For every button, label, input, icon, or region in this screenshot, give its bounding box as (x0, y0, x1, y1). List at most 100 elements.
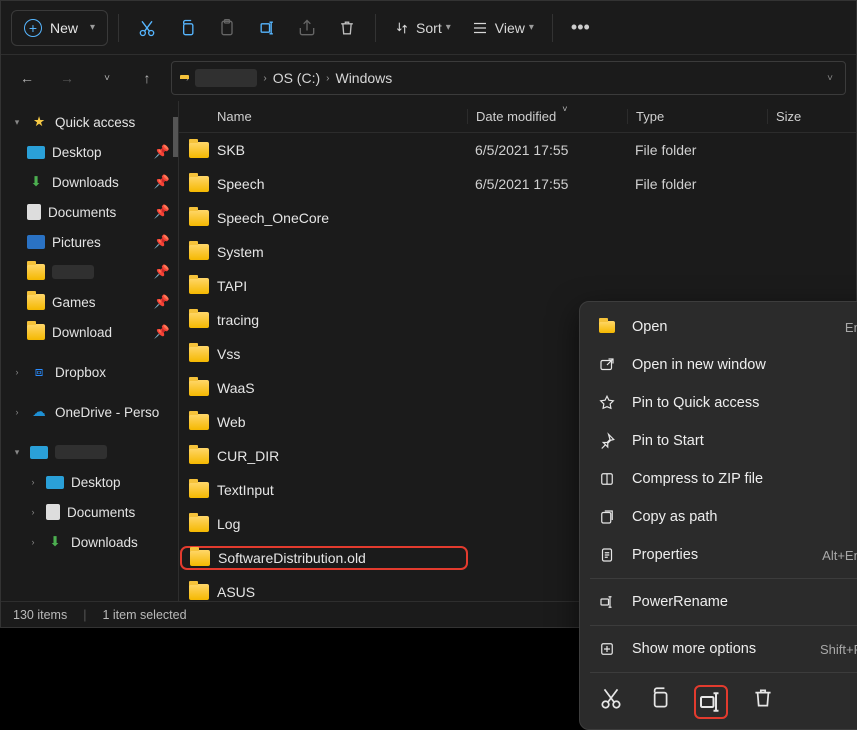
sidebar-this-pc[interactable]: ▾ (1, 437, 178, 467)
sidebar-desktop-2[interactable]: › Desktop (1, 467, 178, 497)
pin-icon: 📌 (154, 144, 170, 160)
context-cut[interactable] (598, 685, 624, 711)
sidebar-label: Pictures (52, 235, 101, 250)
chevron-down-icon: ▾ (529, 22, 534, 33)
context-powerrename[interactable]: PowerRename (580, 583, 857, 621)
file-name: CUR_DIR (217, 448, 279, 464)
file-type: File folder (627, 142, 767, 158)
sidebar-label: Documents (67, 505, 135, 520)
pin-icon: 📌 (154, 204, 170, 220)
file-name: ASUS (217, 584, 255, 600)
file-name: System (217, 244, 264, 260)
context-open-new-window[interactable]: Open in new window (580, 346, 857, 384)
caret-right-icon: › (27, 477, 39, 487)
sidebar-downloads-2[interactable]: › ⬇ Downloads (1, 527, 178, 557)
address-bar[interactable]: › › OS (C:) › Windows ˅ (171, 61, 846, 95)
file-type: File folder (627, 176, 767, 192)
sidebar-pictures[interactable]: Pictures 📌 (1, 227, 178, 257)
cloud-icon: ☁ (30, 403, 48, 421)
new-button[interactable]: + New ▾ (11, 10, 108, 46)
folder-icon (598, 318, 616, 336)
context-pin-quick-access[interactable]: Pin to Quick access (580, 384, 857, 422)
paste-button[interactable] (209, 9, 245, 47)
address-dropdown-icon[interactable]: ˅ (823, 73, 837, 84)
copy-button[interactable] (169, 9, 205, 47)
breadcrumb-os[interactable]: OS (C:) (273, 70, 320, 86)
context-show-more[interactable]: Show more options Shift+F10 (580, 630, 857, 668)
table-row[interactable]: SKB6/5/2021 17:55File folder (179, 133, 856, 167)
cut-button[interactable] (129, 9, 165, 47)
column-size[interactable]: Size (767, 109, 856, 124)
sidebar-downloads[interactable]: ⬇ Downloads 📌 (1, 167, 178, 197)
pin-icon: 📌 (154, 294, 170, 310)
table-row[interactable]: System (179, 235, 856, 269)
sidebar-label: Downloads (71, 535, 138, 550)
sidebar-quick-access[interactable]: ▾ ★ Quick access (1, 107, 178, 137)
share-button[interactable] (289, 9, 325, 47)
sidebar-documents[interactable]: Documents 📌 (1, 197, 178, 227)
sidebar-desktop[interactable]: Desktop 📌 (1, 137, 178, 167)
table-row[interactable]: TAPI (179, 269, 856, 303)
up-button[interactable]: ↑ (131, 62, 163, 94)
sidebar-label: Dropbox (55, 365, 106, 380)
pc-icon (30, 446, 48, 459)
view-button[interactable]: View ▾ (463, 9, 542, 47)
sidebar-scrollbar[interactable] (173, 117, 178, 157)
folder-icon (190, 550, 210, 566)
file-name: TAPI (217, 278, 247, 294)
column-type[interactable]: Type (627, 109, 767, 124)
folder-icon (189, 278, 209, 294)
context-copy[interactable] (646, 685, 672, 711)
more-button[interactable]: ••• (563, 9, 598, 47)
navigation-row: ← → ˅ ↑ › › OS (C:) › Windows ˅ (1, 55, 856, 101)
sidebar-download[interactable]: Download 📌 (1, 317, 178, 347)
forward-button[interactable]: → (51, 62, 83, 94)
folder-icon (189, 380, 209, 396)
context-properties[interactable]: Properties Alt+Enter (580, 536, 857, 574)
sidebar-label: Download (52, 325, 112, 340)
download-icon: ⬇ (46, 533, 64, 551)
redacted-label (52, 265, 94, 279)
folder-icon (27, 323, 45, 341)
table-row[interactable]: Speech_OneCore (179, 201, 856, 235)
breadcrumb-windows[interactable]: Windows (335, 70, 392, 86)
sidebar-onedrive[interactable]: › ☁ OneDrive - Perso (1, 397, 178, 427)
sidebar-item-redacted[interactable]: 📌 (1, 257, 178, 287)
plus-icon: + (24, 19, 42, 37)
delete-button[interactable] (329, 9, 365, 47)
sidebar-games[interactable]: Games 📌 (1, 287, 178, 317)
file-name: Log (217, 516, 240, 532)
context-compress-zip[interactable]: Compress to ZIP file (580, 460, 857, 498)
context-quick-actions (580, 677, 857, 723)
file-date: 6/5/2021 17:55 (467, 142, 627, 158)
star-icon: ★ (30, 113, 48, 131)
context-delete[interactable] (750, 685, 776, 711)
desktop-icon (46, 476, 64, 489)
breadcrumb-redacted[interactable] (195, 69, 257, 87)
context-rename[interactable] (694, 685, 728, 719)
sort-button[interactable]: Sort ▾ (386, 9, 459, 47)
pin-icon (598, 432, 616, 450)
folder-icon (189, 584, 209, 600)
pin-icon: 📌 (154, 264, 170, 280)
back-button[interactable]: ← (11, 62, 43, 94)
context-copy-path[interactable]: Copy as path (580, 498, 857, 536)
context-open[interactable]: Open Enter (580, 308, 857, 346)
file-list: Name Date modified ˅ Type Size SKB6/5/20… (179, 101, 856, 601)
status-selected: 1 item selected (102, 608, 186, 622)
column-date[interactable]: Date modified ˅ (467, 109, 627, 124)
caret-right-icon: › (27, 507, 39, 517)
context-pin-start[interactable]: Pin to Start (580, 422, 857, 460)
pictures-icon (27, 235, 45, 249)
caret-right-icon: › (27, 537, 39, 547)
column-headers: Name Date modified ˅ Type Size (179, 101, 856, 133)
column-name[interactable]: Name (189, 109, 467, 124)
table-row[interactable]: Speech6/5/2021 17:55File folder (179, 167, 856, 201)
sidebar-documents-2[interactable]: › Documents (1, 497, 178, 527)
sidebar-dropbox[interactable]: › ⧈ Dropbox (1, 357, 178, 387)
rename-button[interactable] (249, 9, 285, 47)
caret-down-icon: ▾ (11, 117, 23, 128)
file-name: TextInput (217, 482, 274, 498)
file-date: 6/5/2021 17:55 (467, 176, 627, 192)
recent-locations-button[interactable]: ˅ (91, 62, 123, 94)
